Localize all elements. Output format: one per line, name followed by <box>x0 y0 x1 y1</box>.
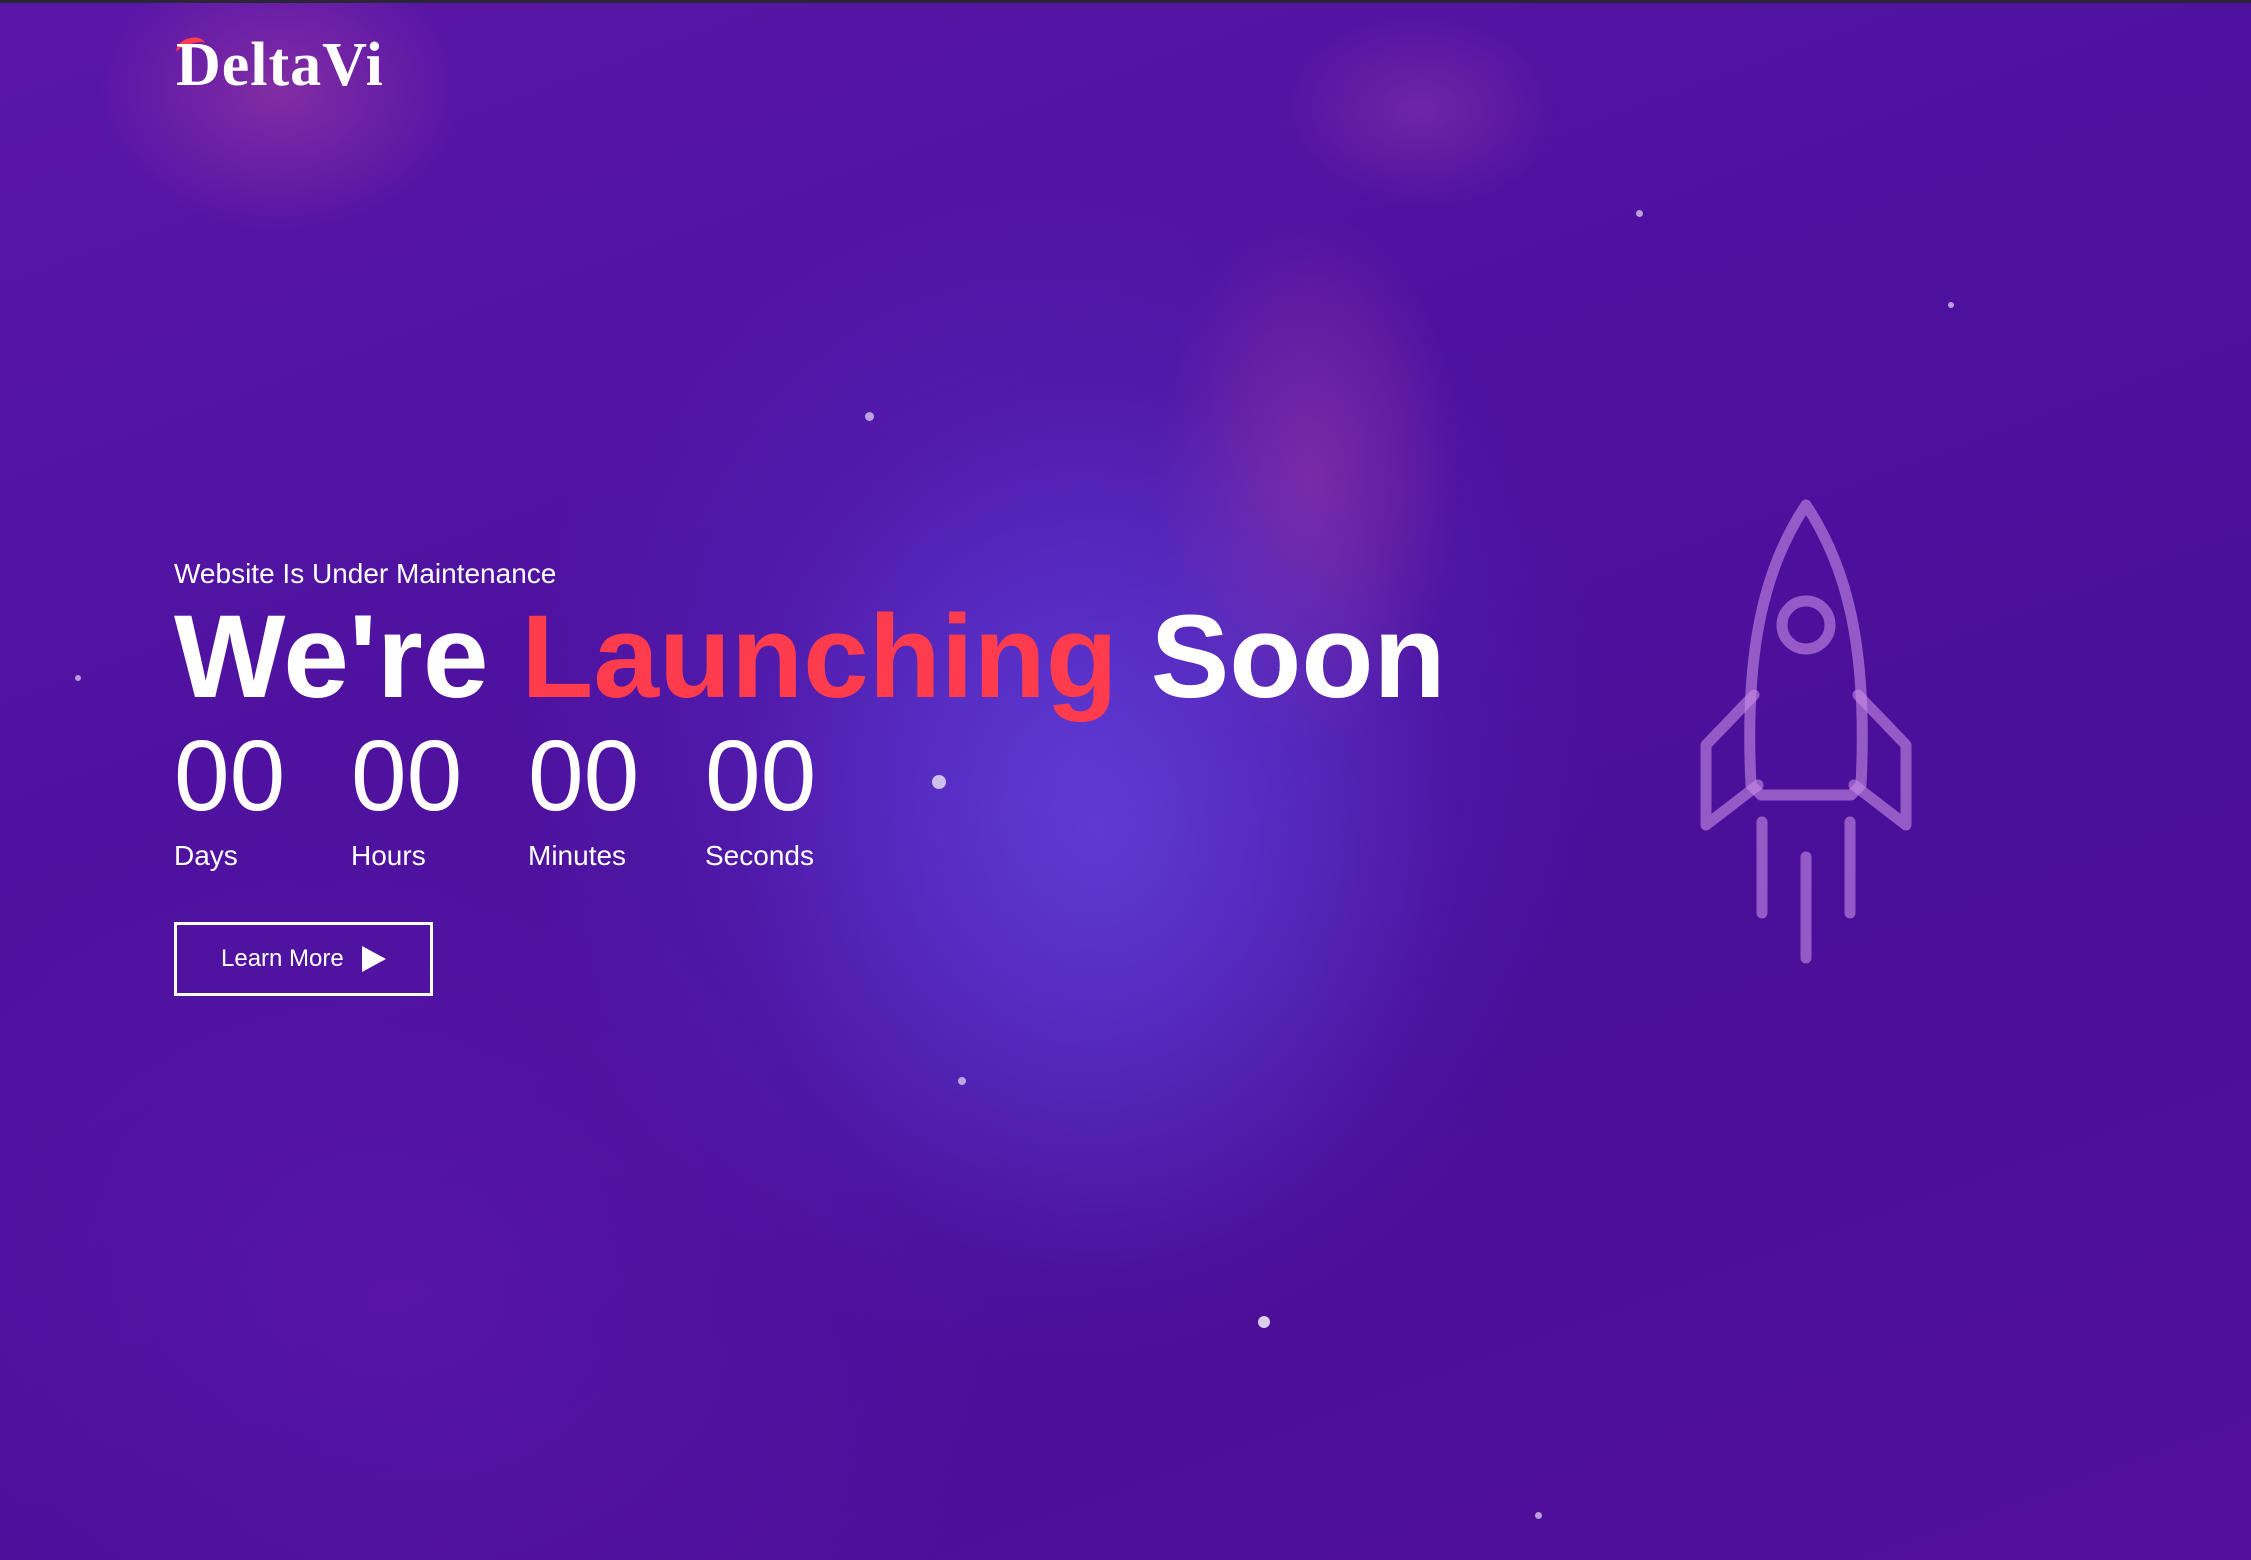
headline-accent: Launching <box>521 591 1118 723</box>
rocket-icon <box>1700 499 1912 964</box>
star-decoration <box>865 412 874 421</box>
star-decoration <box>1258 1316 1270 1328</box>
countdown-value: 00 <box>351 719 463 832</box>
headline-part-2: Soon <box>1150 591 1446 723</box>
brand-logo[interactable]: DeltaVi <box>176 30 384 101</box>
countdown-hours: 00 Hours <box>351 726 528 872</box>
play-icon <box>361 945 386 972</box>
headline-part-1: We're <box>174 591 489 723</box>
countdown-label: Days <box>174 839 238 871</box>
learn-more-button[interactable]: Learn More <box>174 921 433 996</box>
star-decoration <box>958 1077 966 1085</box>
star-decoration <box>1636 210 1643 217</box>
star-decoration <box>1948 302 1954 308</box>
countdown-label: Seconds <box>705 839 814 871</box>
learn-more-label: Learn More <box>221 944 344 972</box>
countdown-label: Hours <box>351 839 426 871</box>
countdown-timer: 00 Days 00 Hours 00 Minutes 00 Seconds <box>174 726 1446 872</box>
star-decoration <box>75 675 81 681</box>
countdown-days: 00 Days <box>174 726 351 872</box>
star-decoration <box>1535 1512 1542 1519</box>
hero-subtitle: Website Is Under Maintenance <box>174 558 557 589</box>
countdown-value: 00 <box>174 719 286 832</box>
countdown-value: 00 <box>528 719 640 832</box>
countdown-value: 00 <box>705 719 817 832</box>
countdown-label: Minutes <box>528 839 627 871</box>
countdown-minutes: 00 Minutes <box>528 726 705 872</box>
hero-headline: We're Launching Soon <box>174 595 1446 720</box>
countdown-seconds: 00 Seconds <box>705 726 882 872</box>
top-edge-divider <box>0 0 2251 3</box>
hero-content: Website Is Under Maintenance We're Launc… <box>174 558 1446 996</box>
